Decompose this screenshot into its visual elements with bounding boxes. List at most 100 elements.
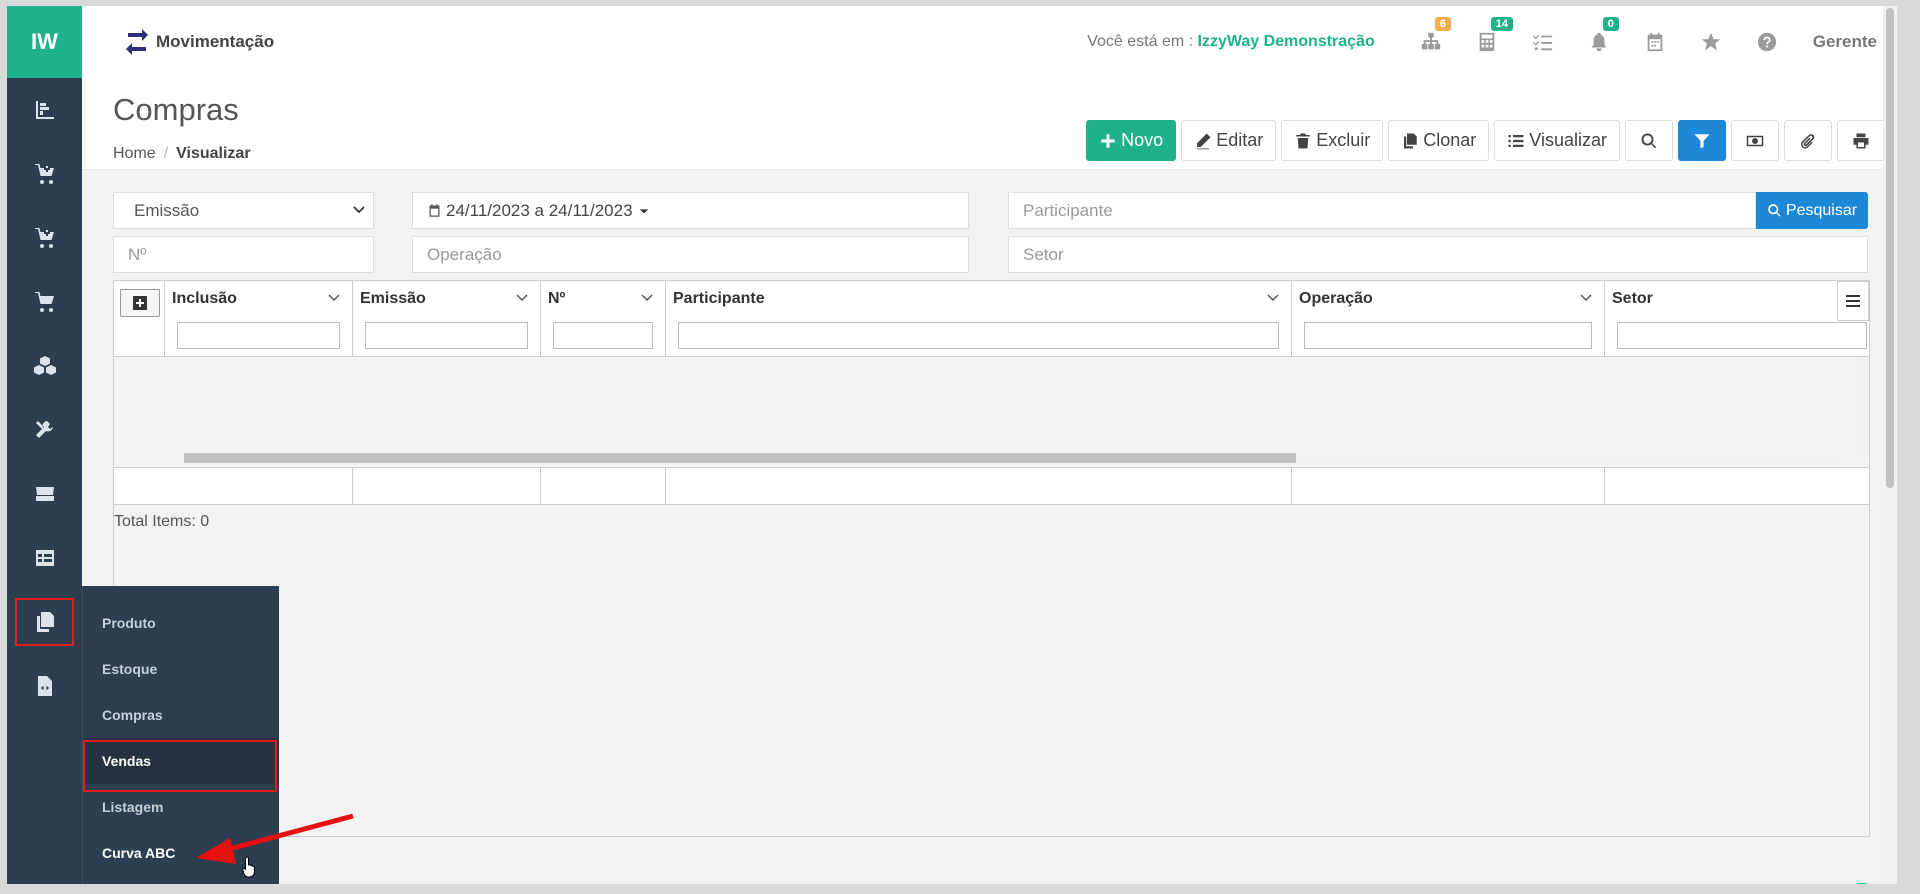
paperclip-icon [1801,133,1815,149]
total-items: Total Items: 0 [114,513,210,530]
clone-button[interactable]: Clonar [1388,120,1490,161]
print-icon [1853,133,1869,148]
sidebar-item-cubes[interactable] [7,334,82,398]
date-range-picker[interactable]: 24/11/2023 a 24/11/2023 [412,192,969,229]
attach-button[interactable] [1784,120,1832,161]
app-window: IW Movimentação Você está em : IzzyWay D… [7,6,1897,884]
filter-icon [1694,133,1710,148]
sidebar-item-dashboard[interactable] [7,78,82,142]
grid-col-inclusao[interactable]: Inclusão [165,281,353,357]
participant-input[interactable]: Participante [1008,192,1756,229]
sidebar: IW [7,6,82,884]
filter-setor-input[interactable] [1617,322,1867,349]
exchange-icon [126,29,148,55]
grid-col-setor[interactable]: Setor [1605,281,1869,357]
filter-numero-input[interactable] [553,322,653,349]
search-icon [1641,132,1657,148]
search-button[interactable] [1625,120,1673,161]
grid-col-participante[interactable]: Participante [666,281,1292,357]
page-scrollbar[interactable] [1883,6,1897,884]
submenu-item-listagem[interactable]: Listagem [83,784,279,830]
chevron-down-icon[interactable] [1580,291,1592,303]
view-button[interactable]: Visualizar [1494,120,1620,161]
search-submit-button[interactable]: Pesquisar [1756,192,1868,229]
grid-col-emissao[interactable]: Emissão [353,281,541,357]
grid-menu-button[interactable] [1837,281,1869,321]
breadcrumb-current: Visualizar [176,145,251,162]
money-button[interactable] [1731,120,1779,161]
chevron-down-icon[interactable] [328,291,340,303]
calendar-button[interactable] [1627,31,1683,53]
chevron-down-icon[interactable] [1267,291,1279,303]
edit-button[interactable]: Editar [1181,120,1277,161]
company-link[interactable]: IzzyWay Demonstração [1198,33,1375,50]
cart-plus-icon [34,228,54,248]
sidebar-item-cart-plus-2[interactable] [7,206,82,270]
delete-button[interactable]: Excluir [1281,120,1384,161]
star-icon [1701,32,1720,51]
sidebar-item-tools[interactable] [7,398,82,462]
date-type-select[interactable]: Emissão [113,192,374,229]
grid-horizontal-scrollbar[interactable] [170,453,1852,463]
grid-col-operacao[interactable]: Operação [1292,281,1605,357]
grid-vertical-scrollbar[interactable] [1855,357,1869,453]
filter-button[interactable] [1678,120,1726,161]
sitemap-button[interactable]: 6 [1403,17,1459,53]
notifications-button[interactable]: 0 [1571,17,1627,53]
module-title[interactable]: Movimentação [120,25,274,59]
chevron-down-icon[interactable] [516,291,528,303]
app-logo[interactable]: IW [7,6,82,78]
submenu-item-estoque[interactable]: Estoque [83,646,279,692]
sidebar-item-cart-plus[interactable] [7,142,82,206]
new-button[interactable]: Novo [1086,120,1177,161]
submenu-item-compras[interactable]: Compras [83,692,279,738]
favorites-button[interactable] [1683,31,1739,53]
reports-submenu: Produto Estoque Compras Vendas Listagem … [82,586,279,884]
tasks-button[interactable] [1515,31,1571,53]
data-grid: Inclusão Emissão Nº Participante Operaçã [113,280,1870,837]
sidebar-item-cart[interactable] [7,270,82,334]
grid-col-numero[interactable]: Nº [541,281,666,357]
scroll-thumb[interactable] [184,453,1296,463]
print-button[interactable] [1837,120,1885,161]
page-scroll-thumb[interactable] [1886,8,1894,488]
sector-input[interactable]: Setor [1008,236,1868,273]
chevron-down-icon[interactable] [641,291,653,303]
filter-participante-input[interactable] [678,322,1279,349]
sidebar-item-table[interactable] [7,526,82,590]
filter-operacao-input[interactable] [1304,322,1592,349]
submenu-item-vendas[interactable]: Vendas [83,738,279,792]
sidebar-item-file-code[interactable] [7,654,82,718]
calculator-button[interactable]: 14 [1459,17,1515,53]
sidebar-item-storage[interactable] [7,462,82,526]
submenu-item-produto[interactable]: Produto [83,600,279,646]
grid-col-actions [114,281,165,357]
list-icon [1508,134,1524,147]
grid-header: Inclusão Emissão Nº Participante Operaçã [114,281,1869,357]
plus-icon [1101,133,1115,148]
filter-emissao-input[interactable] [365,322,528,349]
table-icon [35,550,54,566]
current-company: Você está em : IzzyWay Demonstração [1087,33,1375,50]
chevron-down-icon [353,206,365,214]
page-header: Compras Home / Visualizar Novo Editar Excl… [82,78,1897,170]
trash-icon [1296,133,1310,148]
bell-icon [1591,32,1607,52]
calculator-badge: 14 [1490,17,1513,31]
chat-button[interactable] [1835,883,1889,884]
breadcrumb-home[interactable]: Home [113,145,156,162]
file-code-icon [37,676,52,696]
operation-input[interactable]: Operação [412,236,969,273]
breadcrumb: Home / Visualizar [113,145,251,162]
sitemap-icon [1421,32,1440,50]
grid-footer [114,467,1869,505]
tasks-icon [1532,34,1552,51]
user-menu[interactable]: Gerente [1813,32,1877,52]
page-title: Compras [113,92,239,127]
tools-icon [35,421,53,438]
number-input[interactable]: Nº [113,236,374,273]
filter-inclusao-input[interactable] [177,322,340,349]
add-row-button[interactable] [120,289,160,317]
sidebar-item-reports[interactable] [7,590,82,654]
help-button[interactable] [1739,31,1795,53]
